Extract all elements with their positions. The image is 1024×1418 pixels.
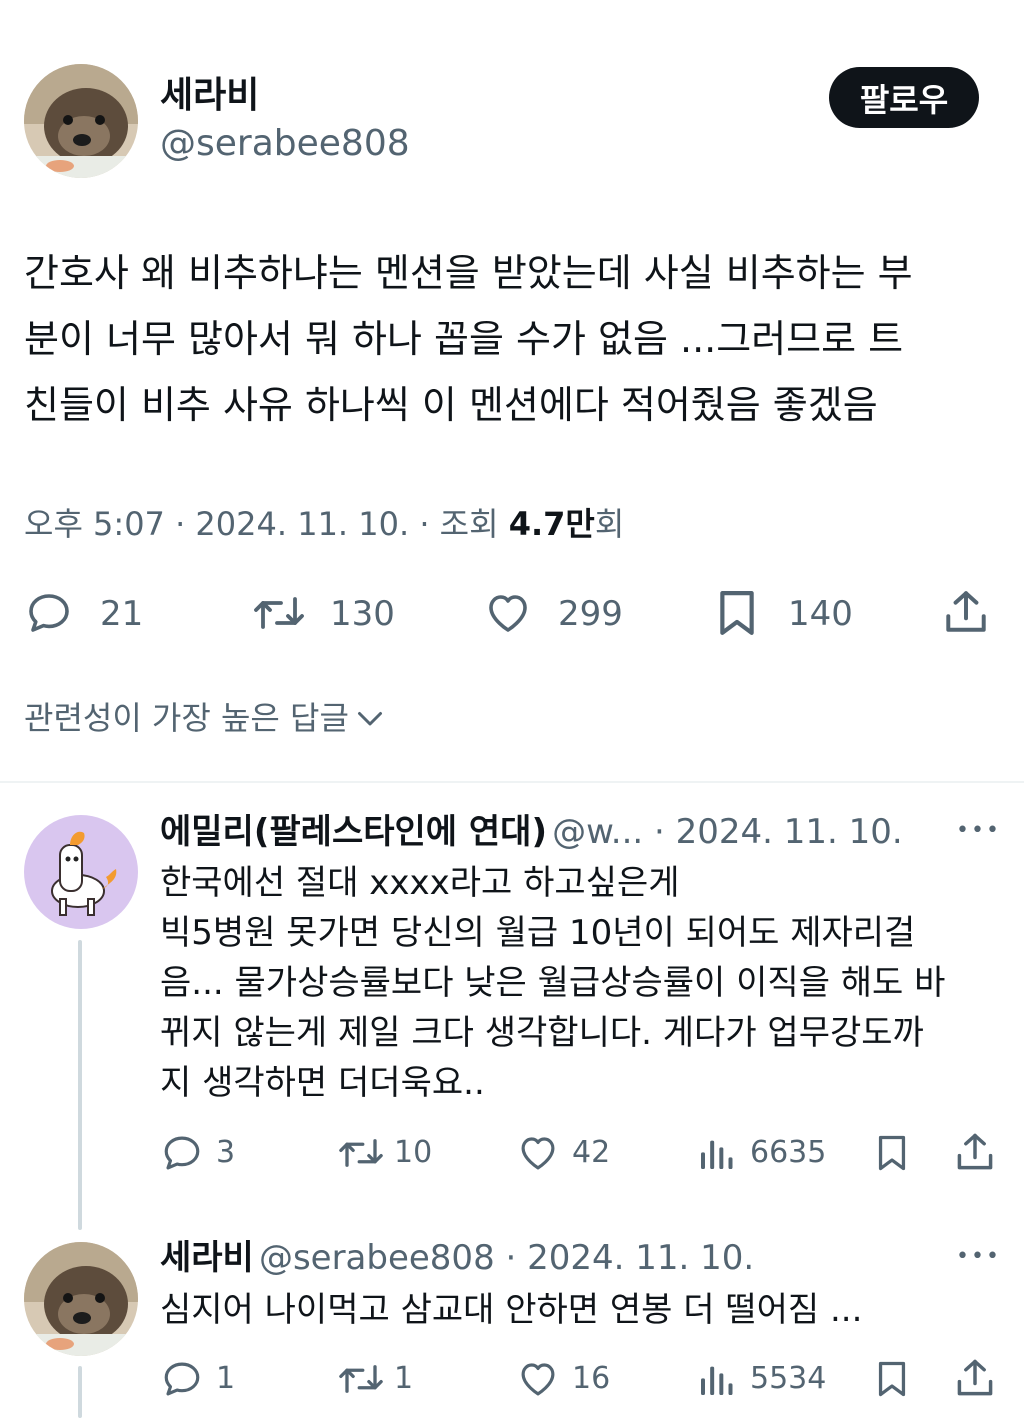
reply-text: 한국에선 절대 xxxx라고 하고싶은게 빅5병원 못가면 당신의 월급 10년… (160, 858, 1010, 1108)
tweet-text-line: 친들이 비추 사유 하나씩 이 멘션에다 적어줬음 좋겠음 (24, 383, 878, 427)
tweet-text: 간호사 왜 비추하냐는 멘션을 받았는데 사실 비추하는 부 분이 너무 많아서… (24, 240, 1004, 438)
more-options-icon[interactable]: ••• (956, 1244, 1001, 1269)
author-name[interactable]: 세라비 (160, 74, 259, 118)
reply-text-line: 한국에선 절대 xxxx라고 하고싶은게 (160, 863, 680, 903)
timestamp-text[interactable]: 오후 5:07 · 2024. 11. 10. · 조회 (24, 505, 509, 543)
like-icon[interactable] (516, 1358, 560, 1400)
retweet-count[interactable]: 1 (394, 1361, 413, 1397)
like-icon[interactable] (483, 589, 533, 637)
reply-author-name[interactable]: 에밀리(팔레스타인에 연대) (160, 812, 547, 852)
bookmark-icon[interactable] (714, 587, 760, 639)
tweet-timestamp: 오후 5:07 · 2024. 11. 10. · 조회 4.7만회 (24, 502, 624, 546)
views-icon[interactable] (696, 1134, 736, 1174)
more-options-icon[interactable]: ••• (956, 818, 1001, 843)
reply-count[interactable]: 21 (100, 594, 143, 634)
thread-line (78, 940, 82, 1230)
reply-text: 심지어 나이먹고 삼교대 안하면 연봉 더 떨어짐 ... (160, 1285, 1010, 1335)
reply-meta[interactable]: @w... · 2024. 11. 10. (552, 812, 903, 852)
reply-meta[interactable]: @serabee808 · 2024. 11. 10. (259, 1238, 754, 1278)
reply-sort-selector[interactable]: 관련성이 가장 높은 답글 (24, 696, 385, 740)
tweet-text-line: 분이 너무 많아서 뭐 하나 꼽을 수가 없음 ...그러므로 트 (24, 317, 904, 361)
reply-header: 세라비 @serabee808 · 2024. 11. 10. (160, 1236, 940, 1286)
view-count[interactable]: 6635 (750, 1135, 826, 1171)
retweet-icon[interactable] (336, 1358, 386, 1400)
retweet-count[interactable]: 10 (394, 1135, 432, 1171)
reply-icon[interactable] (24, 589, 74, 637)
follow-button[interactable]: 팔로우 (829, 67, 979, 128)
section-divider (0, 781, 1024, 783)
reply-text-line: 음... 물가상승률보다 낮은 월급상승률이 이직을 해도 바 (160, 963, 946, 1003)
tweet-text-line: 간호사 왜 비추하냐는 멘션을 받았는데 사실 비추하는 부 (24, 251, 913, 295)
reply-count[interactable]: 1 (216, 1361, 235, 1397)
views-icon[interactable] (696, 1360, 736, 1400)
author-avatar[interactable] (24, 64, 138, 178)
like-icon[interactable] (516, 1132, 560, 1174)
like-count[interactable]: 299 (558, 594, 623, 634)
share-icon[interactable] (953, 1130, 997, 1174)
reply-icon[interactable] (160, 1358, 204, 1400)
retweet-icon[interactable] (336, 1132, 386, 1174)
reply-icon[interactable] (160, 1132, 204, 1174)
like-count[interactable]: 42 (572, 1135, 610, 1171)
bookmark-icon[interactable] (874, 1130, 910, 1176)
reply-author-name[interactable]: 세라비 (160, 1238, 254, 1278)
reply-text-line: 뀌지 않는게 제일 크다 생각합니다. 게다가 업무강도까 (160, 1013, 924, 1053)
like-count[interactable]: 16 (572, 1361, 610, 1397)
chevron-down-icon (355, 707, 385, 729)
reply-sort-label: 관련성이 가장 높은 답글 (24, 699, 349, 737)
share-icon[interactable] (953, 1356, 997, 1400)
thread-line (78, 1366, 82, 1418)
reply-count[interactable]: 3 (216, 1135, 235, 1171)
view-count-suffix: 회 (594, 505, 625, 543)
view-count[interactable]: 4.7만 (509, 505, 595, 543)
follow-button-label: 팔로우 (859, 80, 949, 119)
reply-text-line: 빅5병원 못가면 당신의 월급 10년이 되어도 제자리걸 (160, 913, 916, 953)
bookmark-icon[interactable] (874, 1356, 910, 1402)
reply-avatar[interactable] (24, 1242, 138, 1356)
view-count[interactable]: 5534 (750, 1361, 826, 1397)
share-icon[interactable] (941, 587, 991, 637)
reply-text-line: 심지어 나이먹고 삼교대 안하면 연봉 더 떨어짐 ... (160, 1290, 863, 1330)
reply-text-line: 지 생각하면 더더욱요.. (160, 1063, 485, 1103)
bookmark-count[interactable]: 140 (788, 594, 853, 634)
reply-header: 에밀리(팔레스타인에 연대) @w... · 2024. 11. 10. (160, 810, 930, 860)
reply-avatar[interactable] (24, 815, 138, 929)
retweet-icon[interactable] (250, 589, 308, 637)
author-handle[interactable]: @serabee808 (160, 122, 410, 166)
retweet-count[interactable]: 130 (330, 594, 395, 634)
